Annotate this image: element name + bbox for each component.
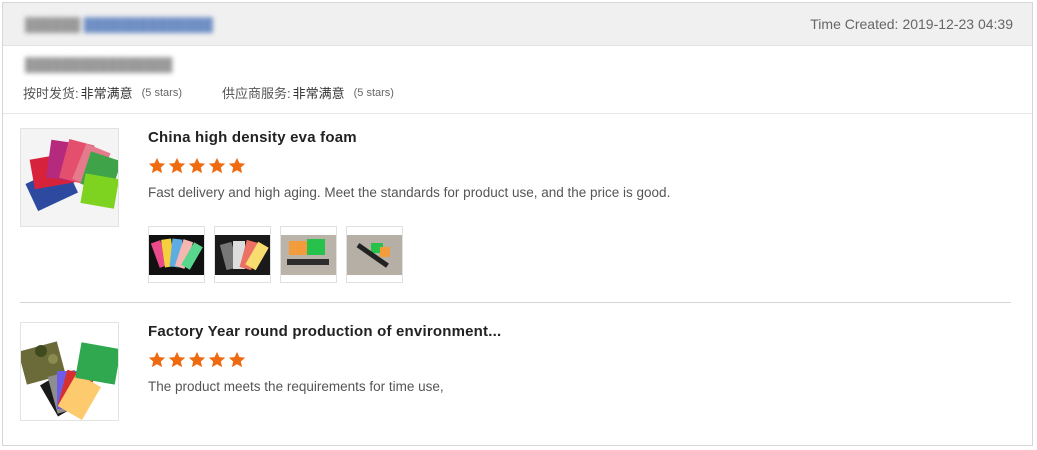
star-icon bbox=[208, 157, 226, 174]
product-title-2[interactable]: Factory Year round production of environ… bbox=[148, 323, 501, 340]
rating-service-value: 非常满意 bbox=[292, 86, 345, 101]
rating-shipping-stars: (5 stars) bbox=[141, 86, 182, 99]
rating-service: 供应商服务: 非常满意 (5 stars) bbox=[222, 83, 394, 102]
review-photo-4[interactable] bbox=[346, 226, 403, 283]
seller-name: ██████ bbox=[25, 17, 81, 32]
seller-ratings: 按时发货: 非常满意 (5 stars) 供应商服务: 非常满意 (5 star… bbox=[23, 83, 434, 102]
review-header: ██████ ██████████████ Time Created: 2019-… bbox=[3, 3, 1032, 46]
star-icon bbox=[228, 351, 246, 368]
buyer-section: ████████████████ 按时发货: 非常满意 (5 stars) 供应… bbox=[3, 46, 1032, 114]
review-photo-3[interactable] bbox=[280, 226, 337, 283]
star-icon bbox=[188, 351, 206, 368]
star-icon bbox=[148, 157, 166, 174]
review-text-2: The product meets the requirements for t… bbox=[148, 379, 444, 394]
star-icon bbox=[228, 157, 246, 174]
star-icon bbox=[168, 157, 186, 174]
seller-info-blurred: ██████ ██████████████ bbox=[25, 17, 213, 32]
star-icon bbox=[168, 351, 186, 368]
product-title-1[interactable]: China high density eva foam bbox=[148, 129, 357, 146]
review-photo-2[interactable] bbox=[214, 226, 271, 283]
product-review-2: Factory Year round production of environ… bbox=[20, 322, 1011, 432]
rating-shipping-value: 非常满意 bbox=[80, 86, 133, 101]
rating-shipping: 按时发货: 非常满意 (5 stars) bbox=[23, 83, 182, 102]
star-icon bbox=[188, 157, 206, 174]
rating-service-stars: (5 stars) bbox=[353, 86, 394, 99]
product-image-1[interactable] bbox=[20, 128, 119, 227]
star-icon bbox=[148, 351, 166, 368]
review-photo-1[interactable] bbox=[148, 226, 205, 283]
time-created-label: Time Created: bbox=[810, 16, 899, 32]
product-rating-2 bbox=[147, 350, 247, 370]
time-created-value: 2019-12-23 04:39 bbox=[902, 16, 1013, 32]
buyer-name-blurred: ████████████████ bbox=[25, 57, 173, 72]
seller-link[interactable]: ██████████████ bbox=[84, 17, 213, 32]
star-icon bbox=[208, 351, 226, 368]
rating-shipping-label: 按时发货: bbox=[23, 86, 79, 101]
rating-service-label: 供应商服务: bbox=[221, 86, 291, 101]
product-rating-1 bbox=[147, 156, 247, 176]
product-image-2[interactable] bbox=[20, 322, 119, 421]
time-created: Time Created: 2019-12-23 04:39 bbox=[806, 16, 1013, 32]
review-text-1: Fast delivery and high aging. Meet the s… bbox=[148, 185, 671, 200]
product-review-1: China high density eva foam Fast deliver… bbox=[20, 128, 1011, 303]
review-photo-gallery bbox=[148, 226, 412, 283]
